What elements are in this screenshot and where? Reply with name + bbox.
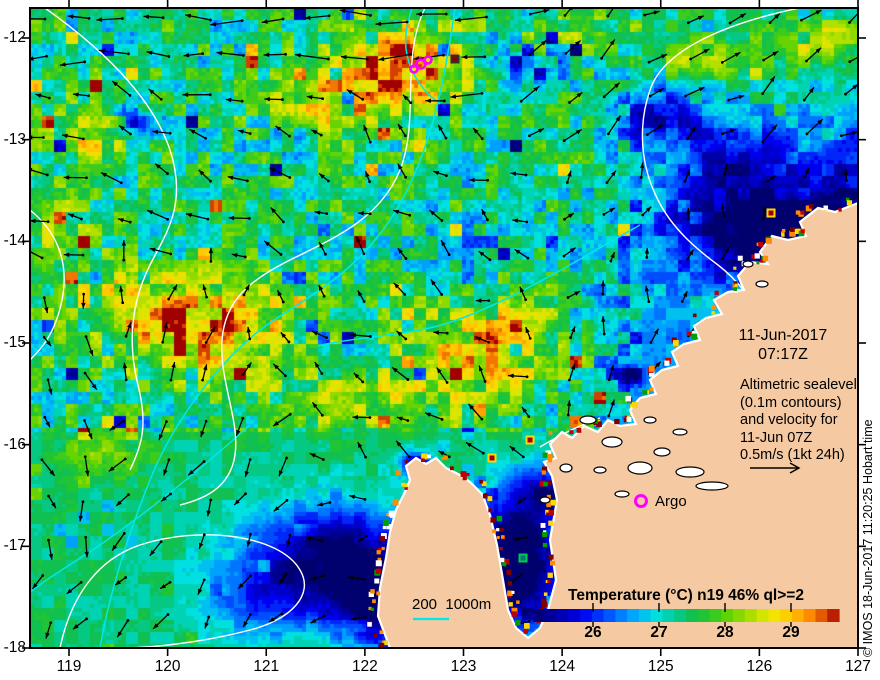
bathymetry-contours [30, 8, 641, 648]
y-tick-label: -16 [3, 435, 26, 453]
valid-time: 07:17Z [758, 346, 808, 363]
argo-float-label: Argo [655, 493, 687, 510]
x-tick-label: 123 [450, 658, 477, 675]
colorbar-tick-label: 27 [650, 624, 668, 641]
y-tick-label: -17 [3, 537, 26, 555]
y-tick-label: -12 [3, 29, 26, 46]
x-tick-label: 121 [253, 658, 280, 675]
altimetry-info-line: Altimetric sealevel [740, 377, 857, 393]
altimetry-info-line: and velocity for [740, 412, 838, 428]
x-tick-label: 127 [845, 658, 871, 675]
x-tick-label: 124 [549, 658, 576, 675]
sst-map-figure: 11-Jun-2017 07:17Z Altimetric sealevel (0… [0, 0, 880, 680]
altimetry-info-line: 11-Jun 07Z [740, 429, 813, 446]
y-tick-label: -14 [3, 232, 26, 250]
x-tick-label: 119 [56, 658, 82, 675]
y-tick-label: -13 [3, 130, 26, 148]
colorbar-tick-label: 28 [716, 624, 734, 641]
x-tick-label: 125 [647, 658, 674, 675]
x-tick-label: 122 [351, 658, 378, 675]
altimetry-info-line: (0.1m contours) [740, 394, 842, 411]
imos-credit-text: © IMOS 18-Jun-2017 11:20:25 Hobart time [861, 419, 875, 657]
x-tick-label: 120 [154, 658, 181, 675]
valid-date: 11-Jun-2017 [738, 327, 828, 344]
altimetry-info-line: 0.5m/s (1kt 24h) [740, 447, 845, 463]
x-tick-label: 126 [746, 658, 773, 675]
map-layers [30, 8, 858, 648]
valid-datetime: 11-Jun-2017 07:17Z [700, 326, 866, 364]
altimetry-info-text: Altimetric sealevel (0.1m contours) and ve… [740, 377, 880, 465]
bathymetry-scale-label: 200 1000m [412, 596, 492, 613]
y-tick-label: -18 [3, 639, 26, 656]
y-tick-label: -15 [3, 334, 26, 351]
colorbar-tick-label: 29 [782, 624, 800, 641]
colorbar-title: Temperature (°C) n19 46% ql>=2 [568, 587, 804, 604]
colorbar-tick-label: 26 [584, 624, 602, 641]
